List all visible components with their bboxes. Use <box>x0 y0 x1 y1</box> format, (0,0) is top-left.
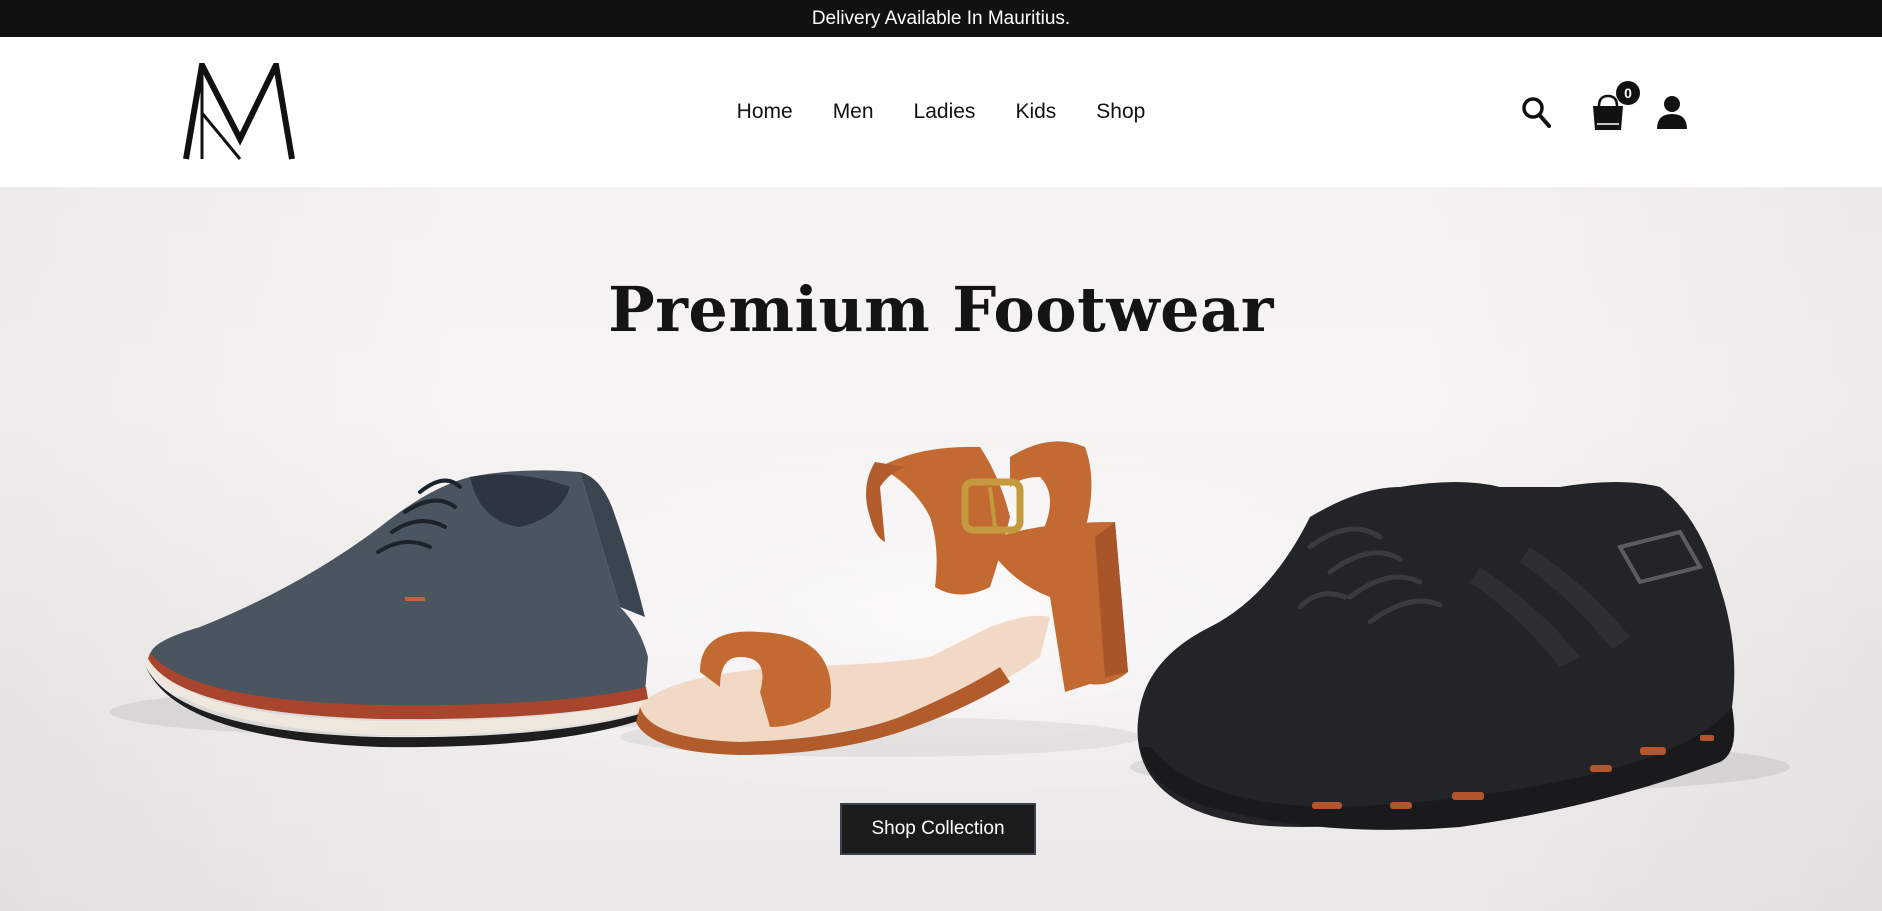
gray-derby-shoe-image <box>146 470 650 748</box>
shop-collection-button[interactable]: Shop Collection <box>840 803 1036 855</box>
nav-kids[interactable]: Kids <box>1015 100 1056 124</box>
nav-ladies[interactable]: Ladies <box>914 100 976 124</box>
tan-block-heel-sandal-image <box>636 441 1128 755</box>
user-icon[interactable] <box>1656 95 1688 129</box>
search-icon[interactable] <box>1521 96 1551 128</box>
nav-home[interactable]: Home <box>737 100 793 124</box>
nav-shop[interactable]: Shop <box>1096 100 1145 124</box>
black-running-sneaker-image <box>1137 482 1735 830</box>
cart-count-badge: 0 <box>1616 81 1640 105</box>
site-header: Home Men Ladies Kids Shop 0 <box>0 37 1882 187</box>
announcement-bar: Delivery Available In Mauritius. <box>0 0 1882 37</box>
hero-banner: Premium Footwear Shop Collection <box>0 187 1882 911</box>
announcement-text: Delivery Available In Mauritius. <box>811 7 1071 29</box>
nav-men[interactable]: Men <box>833 100 874 124</box>
hero-title: Premium Footwear <box>608 273 1274 346</box>
brand-logo[interactable] <box>182 63 296 163</box>
